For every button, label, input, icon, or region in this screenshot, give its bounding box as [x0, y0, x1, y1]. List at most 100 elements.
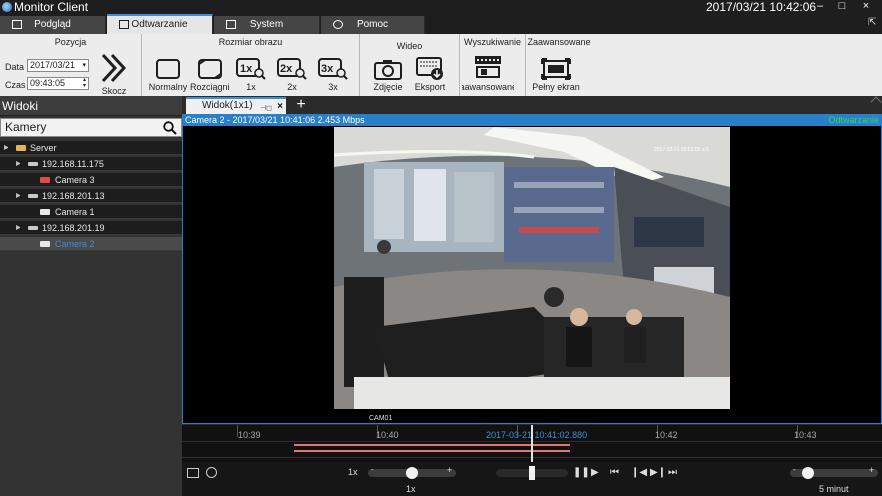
- tab-podglad[interactable]: Podgląd: [0, 16, 106, 34]
- zoom-slider-knob[interactable]: [802, 467, 814, 479]
- chevron-up-icon[interactable]: [870, 96, 882, 108]
- screenshot-icon[interactable]: [187, 468, 199, 478]
- nvr-icon: [28, 226, 38, 230]
- zoom-2x-icon: 2x: [277, 58, 307, 80]
- tab-label: Pomoc: [356, 19, 389, 30]
- speed-slider-knob[interactable]: [406, 467, 418, 479]
- speed-minus[interactable]: -: [371, 465, 374, 474]
- timeline-zoom-slider[interactable]: [790, 467, 878, 479]
- camera-search-input[interactable]: Kamery: [0, 118, 182, 137]
- recording-segment: [294, 450, 570, 452]
- close-tab-icon[interactable]: ×: [277, 100, 283, 114]
- speed-label: 1x: [348, 467, 358, 477]
- camera-video-frame: 2017-03-21 09:52:05 ≡ 5: [334, 127, 730, 409]
- svg-text:1x: 1x: [240, 63, 253, 75]
- tick-label: 10:42: [655, 430, 678, 440]
- tree-item-camera-selected[interactable]: Camera 2: [0, 237, 182, 251]
- expand-icon[interactable]: [16, 193, 20, 198]
- group-title: Wideo: [396, 41, 423, 51]
- tab-system[interactable]: System: [214, 16, 320, 34]
- clock-icon[interactable]: [206, 467, 217, 478]
- zoom-2x-button[interactable]: 2x 2x: [275, 58, 309, 92]
- normal-size-button[interactable]: Normalny: [148, 58, 188, 92]
- stretch-button[interactable]: Rozciągnięty: [190, 58, 230, 92]
- system-clock: 2017/03/21 10:42:06: [706, 0, 817, 14]
- current-time-label: 2017-03-21 10:41:02.880: [486, 430, 588, 440]
- fullscreen-button[interactable]: Pełny ekran: [528, 58, 584, 92]
- zoom-plus[interactable]: +: [869, 465, 874, 475]
- step-forward-icon[interactable]: ▶❙: [650, 467, 666, 478]
- film-search-icon: [475, 56, 501, 78]
- zoom-1x-icon: 1x: [236, 58, 266, 80]
- export-button[interactable]: Eksport: [412, 56, 448, 92]
- step-back-icon[interactable]: ❙◀: [631, 467, 647, 478]
- tree-item-nvr[interactable]: 192.168.201.13: [0, 189, 182, 203]
- add-view-button[interactable]: +: [294, 96, 308, 114]
- tree-item-server[interactable]: Server: [0, 141, 182, 155]
- tree-item-camera[interactable]: Camera 3: [0, 173, 182, 187]
- video-panel[interactable]: Camera 2 - 2017/03/21 10:41:06 2.453 Mbp…: [182, 114, 882, 424]
- frame-jog-slider[interactable]: [496, 466, 568, 480]
- tab-pomoc[interactable]: Pomoc: [321, 16, 425, 34]
- spinner-icon[interactable]: ▴ ▾: [83, 77, 86, 89]
- app-title: Monitor Client: [14, 0, 89, 14]
- time-field[interactable]: 09:43:05 ▴ ▾: [27, 77, 89, 90]
- minimize-button[interactable]: –: [810, 0, 830, 14]
- tab-view-1x1[interactable]: Widok(1x1) ⊣◻ ×: [186, 97, 286, 114]
- camera-scene-image: 2017-03-21 09:52:05 ≡ 5: [334, 127, 730, 409]
- tab-label: System: [249, 19, 284, 30]
- close-button[interactable]: ×: [856, 0, 876, 14]
- expand-icon[interactable]: [16, 225, 20, 230]
- camera-osd-timestamp: 2017-03-21 09:52:05 ≡ 5: [654, 147, 709, 153]
- camera-icon: [40, 209, 50, 215]
- nvr-icon: [28, 162, 38, 166]
- advanced-search-button[interactable]: Zaawansowane: [462, 54, 514, 92]
- zoom-minus[interactable]: -: [793, 465, 796, 474]
- speed-plus[interactable]: +: [447, 465, 452, 475]
- view-tab-label: Widok(1x1): [202, 100, 253, 111]
- search-icon[interactable]: [163, 121, 177, 135]
- svg-text:2x: 2x: [280, 63, 293, 75]
- export-icon: [416, 57, 443, 80]
- group-title: Wyszukiwanie: [464, 37, 521, 47]
- zoom-3x-button[interactable]: 3x 3x: [316, 58, 350, 92]
- button-label: 2x: [287, 82, 297, 92]
- camera-icon: [374, 60, 402, 80]
- speed-slider[interactable]: [368, 467, 456, 479]
- zoom-1x-button[interactable]: 1x 1x: [234, 58, 268, 92]
- tab-label: Odtwarzanie: [131, 19, 188, 30]
- title-bar: Monitor Client 2017/03/21 10:42:06 – □ ×: [0, 0, 882, 14]
- button-label: 3x: [328, 82, 338, 92]
- date-field[interactable]: 2017/03/21 ▾: [27, 59, 89, 72]
- view-tab-strip: Widok(1x1) ⊣◻ × +: [182, 96, 882, 114]
- group-title: Rozmiar obrazu: [218, 37, 283, 47]
- timeline[interactable]: 10:39 10:40 10:42 10:43 2017-03-21 10:41…: [182, 424, 882, 463]
- expand-icon[interactable]: [4, 145, 8, 150]
- button-label: 1x: [246, 82, 256, 92]
- jump-button[interactable]: Skocz: [96, 52, 132, 96]
- time-label: Czas: [5, 80, 26, 90]
- tree-item-nvr[interactable]: 192.168.201.19: [0, 221, 182, 235]
- recording-segment: [294, 444, 570, 446]
- restore-layout-icon[interactable]: ⇱: [868, 17, 880, 29]
- tab-odtwarzanie[interactable]: Odtwarzanie: [107, 14, 213, 34]
- snapshot-button[interactable]: Zdjęcie: [370, 58, 406, 92]
- ribbon-toolbar: Pozycja Data 2017/03/21 ▾ Czas 09:43:05 …: [0, 34, 882, 96]
- ribbon-group-image-size: Rozmiar obrazu Normalny Rozciągnięty 1x …: [142, 34, 360, 96]
- jog-handle[interactable]: [529, 466, 535, 480]
- tree-label: Camera 1: [55, 207, 95, 217]
- nvr-icon: [28, 194, 38, 198]
- tree-item-camera[interactable]: Camera 1: [0, 205, 182, 219]
- chevron-down-icon[interactable]: ▾: [82, 60, 86, 71]
- expand-icon[interactable]: [16, 161, 20, 166]
- tree-item-nvr[interactable]: 192.168.11.175: [0, 157, 182, 171]
- play-icon[interactable]: ▶: [591, 467, 599, 478]
- skip-to-end-icon[interactable]: ⏭: [668, 467, 677, 478]
- pause-icon[interactable]: ❚❚: [573, 467, 590, 478]
- app-logo-icon: [2, 2, 12, 12]
- playhead[interactable]: [531, 425, 533, 463]
- playback-controls: 1x - + 1x ❚❚ ▶ ⏮ ❙◀ ▶❙ ⏭ - + 5 minut: [182, 462, 882, 496]
- skip-to-start-icon[interactable]: ⏮: [610, 467, 619, 478]
- date-value: 2017/03/21: [30, 60, 76, 70]
- maximize-button[interactable]: □: [832, 0, 852, 14]
